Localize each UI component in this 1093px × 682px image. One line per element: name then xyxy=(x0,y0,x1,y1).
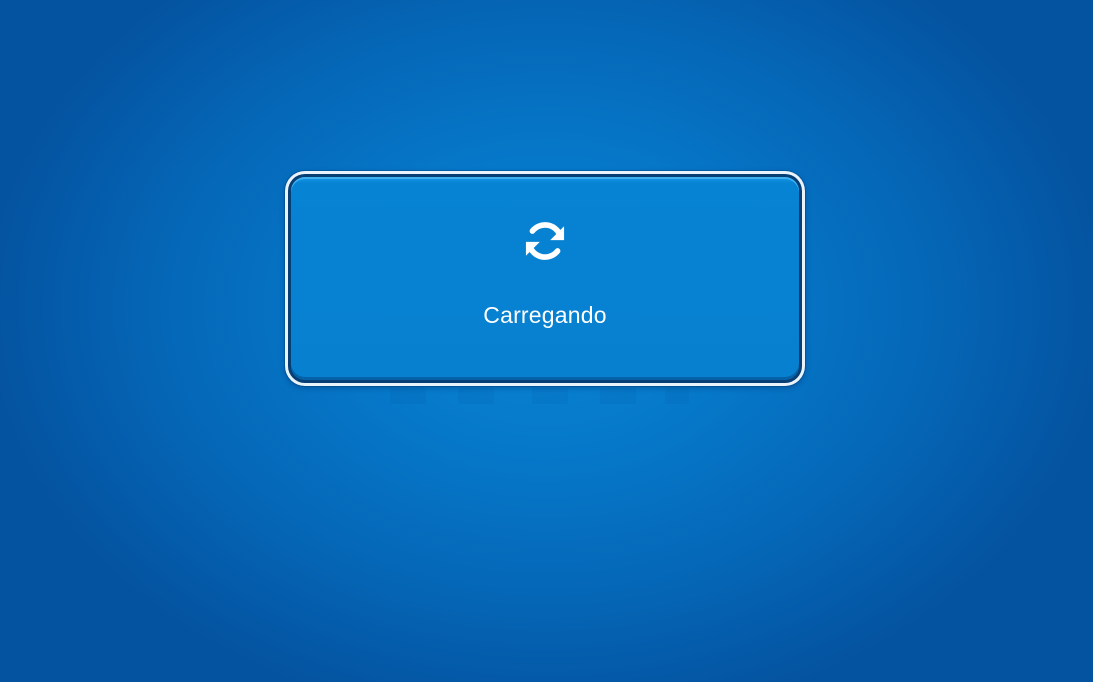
reflection-shadow xyxy=(390,388,426,404)
reflection-shadow xyxy=(665,388,689,404)
reflection-shadow xyxy=(600,388,636,404)
reflection-shadow xyxy=(458,388,494,404)
reflection-shadow xyxy=(532,388,568,404)
dialog-frame: Carregando xyxy=(288,174,802,383)
refresh-icon xyxy=(525,222,565,260)
dialog-body: Carregando xyxy=(291,177,799,380)
loading-dialog: Carregando xyxy=(285,171,805,386)
loading-screen: Carregando xyxy=(0,0,1093,682)
loading-label: Carregando xyxy=(483,302,607,328)
